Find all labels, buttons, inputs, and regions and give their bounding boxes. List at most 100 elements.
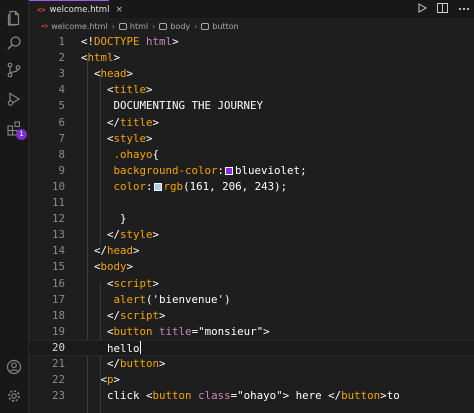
code-line[interactable]: 4 <title> [29, 82, 474, 98]
code-token: style [113, 131, 147, 145]
code-token: button [113, 324, 153, 338]
code-token: body [100, 260, 127, 274]
tab-label: welcome.html [49, 4, 110, 15]
extensions-icon[interactable]: 1 [4, 118, 27, 140]
code-line[interactable]: 16 <script> [29, 276, 474, 292]
more-icon[interactable] [458, 4, 470, 14]
breadcrumb-item-button[interactable]: button [201, 21, 239, 31]
code-token: 'bienvenue' [152, 292, 225, 306]
code-content: background-color: blueviolet; [107, 163, 307, 179]
code-content: </title> [107, 115, 159, 131]
vscode-window: 1 <> welcome.html × <> welcome.html › ht… [0, 0, 474, 413]
line-number: 2 [58, 51, 65, 65]
code-line[interactable]: 15 <body> [29, 259, 474, 275]
code-line[interactable]: 13 </style> [29, 227, 474, 243]
line-number: 5 [58, 99, 65, 113]
code-token: > [133, 244, 140, 258]
code-token: : [217, 163, 225, 177]
account-icon[interactable] [4, 357, 24, 377]
code-token: alert [113, 292, 147, 306]
code-line[interactable]: 23 click <button class="ohayo"> here </bu… [29, 388, 474, 404]
line-number: 16 [51, 276, 65, 290]
code-line[interactable]: 2 <html> [29, 50, 474, 66]
code-line[interactable]: 14 </head> [29, 243, 474, 259]
code-token: script [120, 308, 160, 322]
color-swatch[interactable] [153, 182, 162, 191]
code-editor[interactable]: 1 <!DOCTYPE html> 2 <html> 3 <head> 4 <title> 5 … [29, 34, 474, 413]
tab-bar: <> welcome.html × [29, 0, 474, 18]
code-token: rgb [163, 179, 184, 193]
code-token: > [113, 51, 121, 65]
breadcrumb-label: button [212, 21, 239, 31]
text-cursor [139, 340, 141, 354]
color-swatch[interactable] [225, 166, 234, 175]
code-line[interactable]: 19 <button title="monsieur"> [29, 324, 474, 340]
code-token: > [152, 276, 160, 290]
code-line[interactable]: 5 DOCUMENTING THE JOURNEY [29, 98, 474, 114]
line-number: 7 [58, 131, 65, 145]
code-line[interactable]: 21 </button> [29, 356, 474, 372]
code-line[interactable]: 12 } [29, 211, 474, 227]
code-line[interactable]: 6 </title> [29, 115, 474, 131]
code-token: "ohayo" [237, 389, 283, 403]
code-token: > [159, 308, 166, 322]
code-line[interactable]: 11 [29, 195, 474, 211]
code-line[interactable]: 8 .ohayo{ [29, 147, 474, 163]
line-number: 1 [58, 35, 65, 48]
code-token: > [159, 357, 166, 370]
code-token: style [120, 228, 153, 242]
breadcrumb-item-html[interactable]: html [118, 22, 148, 31]
extensions-badge: 1 [16, 129, 27, 140]
html-file-icon: <> [41, 22, 49, 30]
line-number: 12 [51, 212, 65, 226]
code-line[interactable]: 1 <!DOCTYPE html> [29, 34, 474, 50]
code-line[interactable]: 17 alert('bienvenue') [29, 292, 474, 308]
source-control-icon[interactable] [4, 60, 24, 80]
code-token: > [263, 324, 270, 338]
code-token: hello [107, 341, 140, 355]
close-icon[interactable]: × [115, 5, 123, 15]
code-token: html [146, 35, 173, 48]
code-token: </ [107, 308, 121, 322]
code-token: > [146, 83, 153, 97]
tab-welcome-html[interactable]: <> welcome.html × [29, 0, 123, 18]
chevron-right-icon: › [111, 21, 115, 31]
code-line[interactable]: 10 color: rgb(161, 206, 243); [29, 179, 474, 195]
code-content: <title> [107, 82, 153, 98]
line-number: 3 [58, 67, 65, 81]
code-content: <html> [81, 50, 120, 66]
breadcrumb-label: welcome.html [51, 21, 108, 31]
code-line[interactable]: 18 </script> [29, 308, 474, 324]
code-token: html [87, 51, 114, 65]
code-line[interactable]: 20 hello [29, 339, 474, 356]
code-token: </ [107, 115, 121, 129]
settings-gear-icon[interactable] [4, 386, 24, 406]
code-line[interactable]: 3 <head> [29, 66, 474, 82]
run-icon[interactable] [418, 2, 428, 16]
code-line[interactable]: 9 background-color: blueviolet; [29, 163, 474, 179]
explorer-icon[interactable] [4, 8, 24, 28]
breadcrumb-item-file[interactable]: <> welcome.html [41, 22, 108, 31]
code-token: <! [81, 35, 95, 48]
run-debug-icon[interactable] [4, 89, 24, 109]
code-content: .ohayo{ [107, 147, 160, 163]
breadcrumb-item-body[interactable]: body [159, 22, 190, 31]
line-number: 23 [51, 389, 65, 403]
code-token: : [146, 179, 153, 193]
chevron-right-icon: › [194, 21, 198, 31]
code-token: 206 [222, 179, 242, 193]
code-line[interactable]: 22 <p> [29, 372, 474, 388]
code-token: 243 [254, 179, 275, 193]
search-icon[interactable] [4, 33, 24, 53]
code-token: click [107, 389, 147, 403]
code-content: </script> [107, 308, 166, 324]
breadcrumb: <> welcome.html › html › body › button [29, 18, 474, 34]
split-editor-icon[interactable] [437, 2, 448, 16]
code-token: script [113, 276, 153, 290]
code-token: > [172, 35, 179, 48]
code-content: <!DOCTYPE html> [81, 34, 179, 50]
code-token: here [289, 389, 329, 403]
code-line[interactable]: 7 <style> [29, 131, 474, 147]
code-content: </head> [94, 243, 140, 259]
